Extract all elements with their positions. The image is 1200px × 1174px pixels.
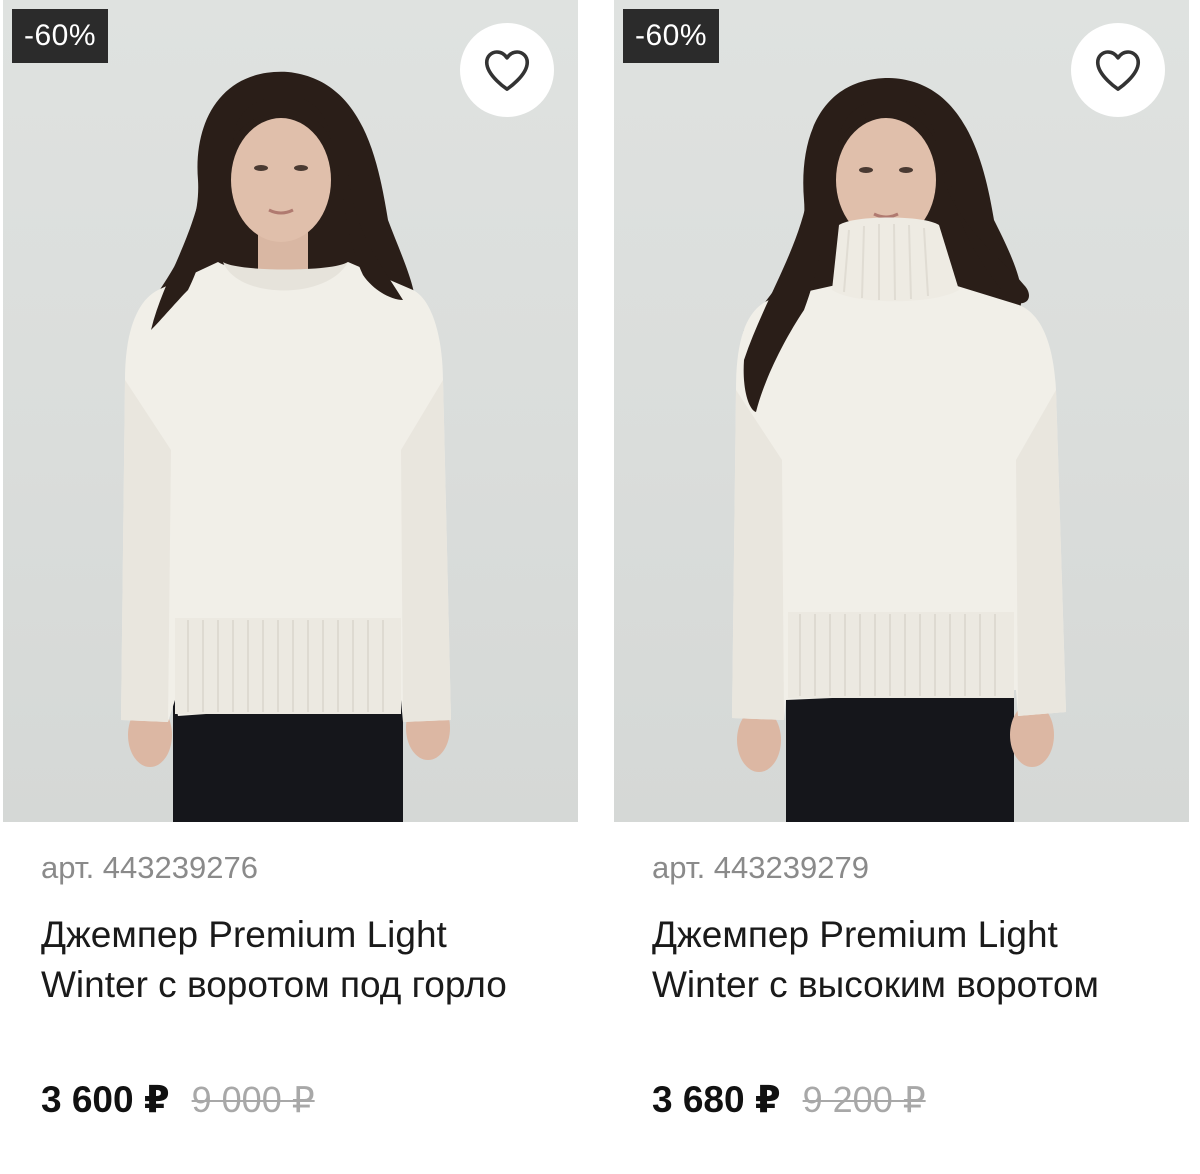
current-price: 3 600 ₽ bbox=[41, 1079, 170, 1120]
model-photo bbox=[732, 78, 1066, 822]
product-image[interactable]: -60% bbox=[614, 0, 1189, 822]
current-price: 3 680 ₽ bbox=[652, 1079, 781, 1120]
product-info: арт. 443239279 Джемпер Premium Light Win… bbox=[614, 848, 1189, 1121]
old-price: 9 000 ₽ bbox=[191, 1079, 315, 1120]
favorite-button[interactable] bbox=[460, 23, 554, 117]
product-title[interactable]: Джемпер Premium Light Winter с воротом п… bbox=[41, 910, 541, 1060]
heart-icon bbox=[484, 50, 530, 91]
product-image[interactable]: -60% bbox=[3, 0, 578, 822]
product-info: арт. 443239276 Джемпер Premium Light Win… bbox=[3, 848, 578, 1121]
price-row: 3 600 ₽ 9 000 ₽ bbox=[41, 1078, 578, 1121]
discount-badge: -60% bbox=[12, 9, 109, 63]
product-card[interactable]: -60% арт. 443239279 Джемпер Premium Ligh… bbox=[614, 0, 1189, 1174]
product-sku: арт. 443239276 bbox=[41, 850, 258, 885]
product-grid: -60% арт. 443239276 Джемпер Premium Ligh… bbox=[0, 0, 1200, 1174]
old-price: 9 200 ₽ bbox=[802, 1079, 926, 1120]
model-photo bbox=[121, 71, 451, 822]
product-title[interactable]: Джемпер Premium Light Winter с высоким в… bbox=[652, 910, 1152, 1060]
favorite-button[interactable] bbox=[1071, 23, 1165, 117]
heart-icon bbox=[1095, 50, 1141, 91]
product-card[interactable]: -60% арт. 443239276 Джемпер Premium Ligh… bbox=[3, 0, 578, 1174]
price-row: 3 680 ₽ 9 200 ₽ bbox=[652, 1078, 1189, 1121]
product-sku: арт. 443239279 bbox=[652, 850, 869, 885]
discount-badge: -60% bbox=[623, 9, 720, 63]
